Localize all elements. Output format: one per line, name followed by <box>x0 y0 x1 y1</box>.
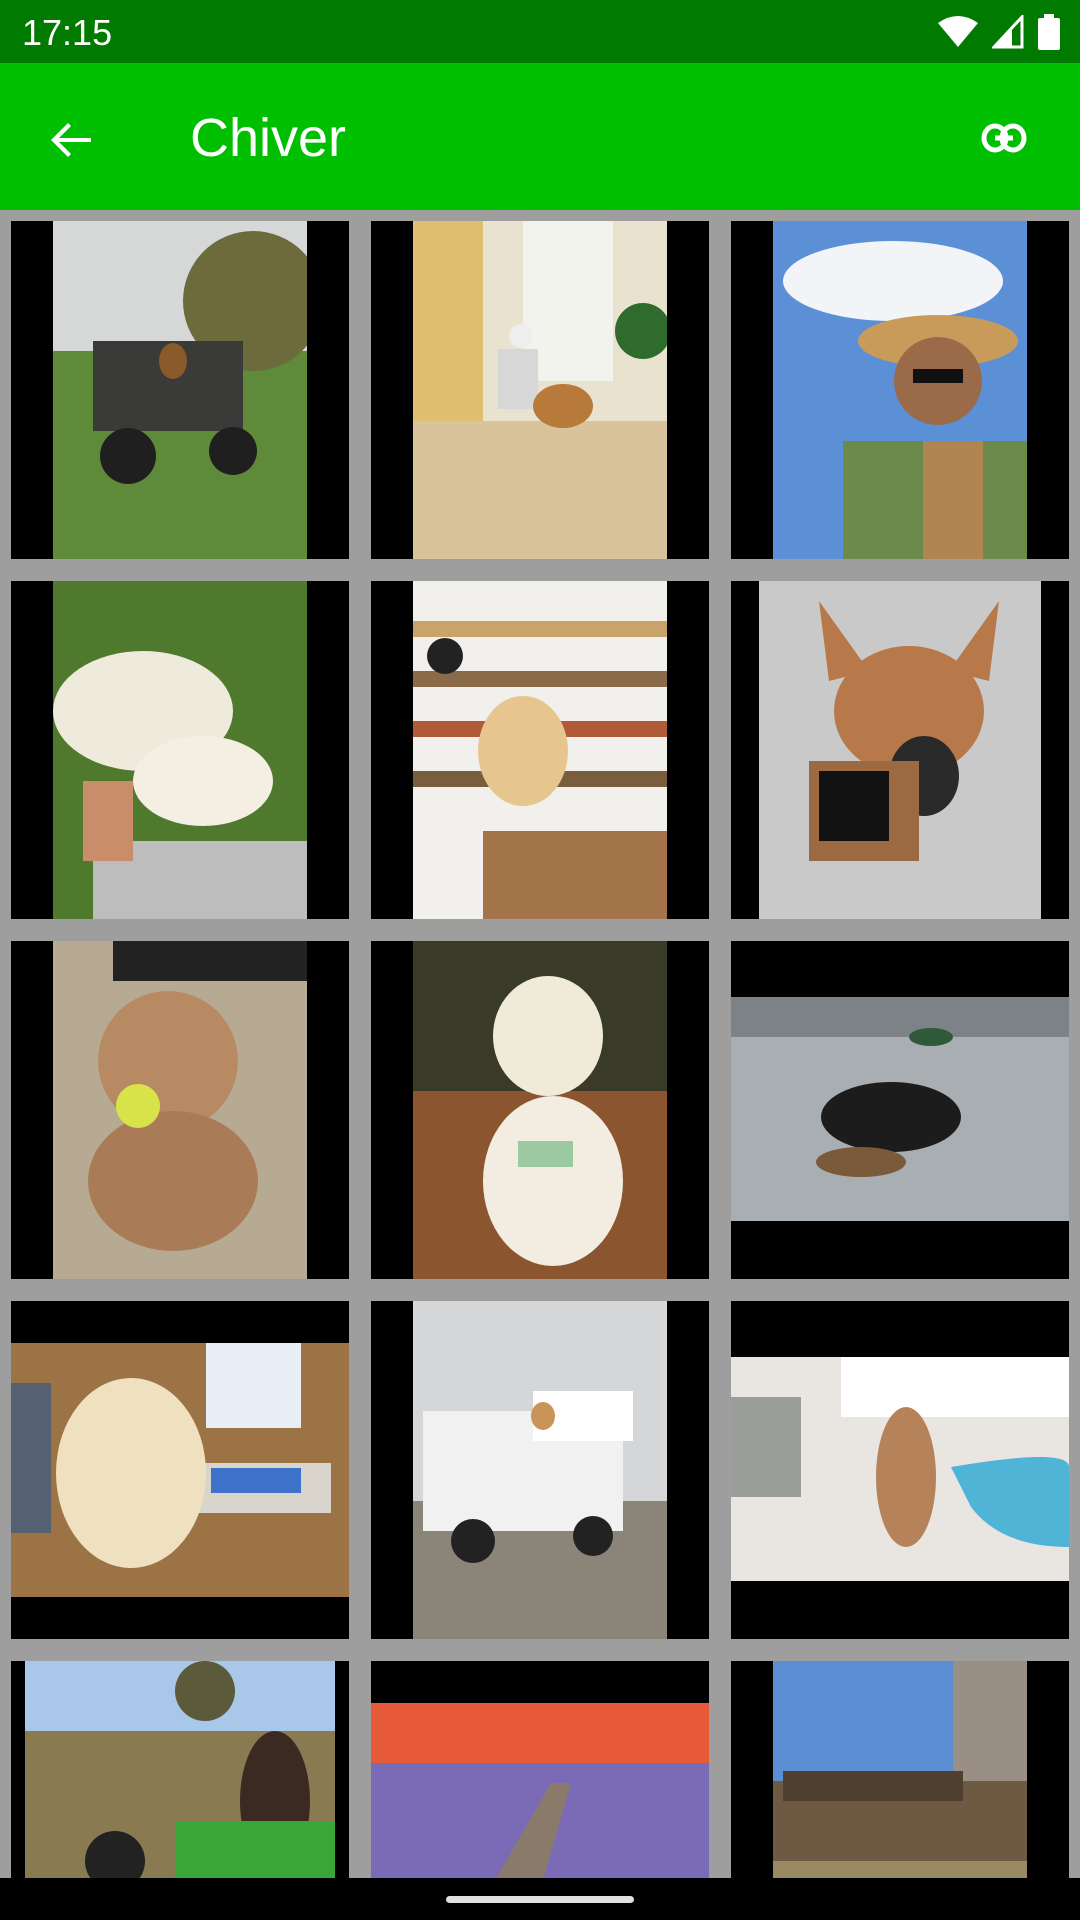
photo-dog-with-elderly-woman <box>413 221 667 559</box>
photo-grid <box>0 210 1080 1878</box>
status-bar: 17:15 <box>0 0 1080 63</box>
photo-tile[interactable] <box>371 581 709 919</box>
photo-farm-field-with-fence <box>773 1661 1027 1878</box>
photo-dog-and-lamb-on-grass <box>53 581 307 919</box>
photo-dog-with-muzzle <box>759 581 1041 919</box>
photo-tile[interactable] <box>371 941 709 1279</box>
photo-tile[interactable] <box>731 581 1069 919</box>
photo-dog-in-pickup-truck <box>413 1301 667 1639</box>
photo-tile[interactable] <box>371 1661 709 1878</box>
photo-dog-by-pool <box>731 1357 1069 1581</box>
photo-dog-at-computer-desk <box>11 1343 349 1597</box>
photo-dog-on-utility-vehicle <box>53 221 307 559</box>
photo-dog-on-toy-tractor <box>25 1661 335 1878</box>
status-time: 17:15 <box>22 12 113 53</box>
photo-tile[interactable] <box>11 221 349 559</box>
photo-dog-at-bakery-counter <box>413 581 667 919</box>
gesture-handle[interactable] <box>446 1896 634 1903</box>
photo-tile[interactable] <box>731 1661 1069 1878</box>
photo-tile[interactable] <box>371 221 709 559</box>
battery-icon <box>1038 14 1060 50</box>
photo-tile[interactable] <box>11 941 349 1279</box>
photo-dogs-on-dock-at-sunset <box>371 1703 709 1878</box>
cell-signal-icon <box>992 15 1024 49</box>
photo-tile[interactable] <box>11 1301 349 1639</box>
photo-doodle-with-tennis-ball <box>53 941 307 1279</box>
photo-tile[interactable] <box>11 581 349 919</box>
photo-man-in-beekeeper-hat <box>773 221 1027 559</box>
arrow-back-icon <box>51 123 91 157</box>
link-button[interactable] <box>964 103 1044 173</box>
photo-tile[interactable] <box>731 1301 1069 1639</box>
photo-tile[interactable] <box>371 1301 709 1639</box>
photo-dog-with-name-tag <box>413 941 667 1279</box>
status-icons <box>938 14 1060 50</box>
link-icon <box>981 123 1027 153</box>
back-button[interactable] <box>36 105 106 175</box>
page-title: Chiver <box>190 108 347 168</box>
wifi-icon <box>938 16 978 47</box>
app-bar: Chiver <box>0 63 1080 210</box>
photo-tile[interactable] <box>11 1661 349 1878</box>
photo-tile[interactable] <box>731 221 1069 559</box>
photo-dog-retrieving-duck <box>731 997 1069 1221</box>
navigation-bar <box>0 1878 1080 1920</box>
photo-tile[interactable] <box>731 941 1069 1279</box>
